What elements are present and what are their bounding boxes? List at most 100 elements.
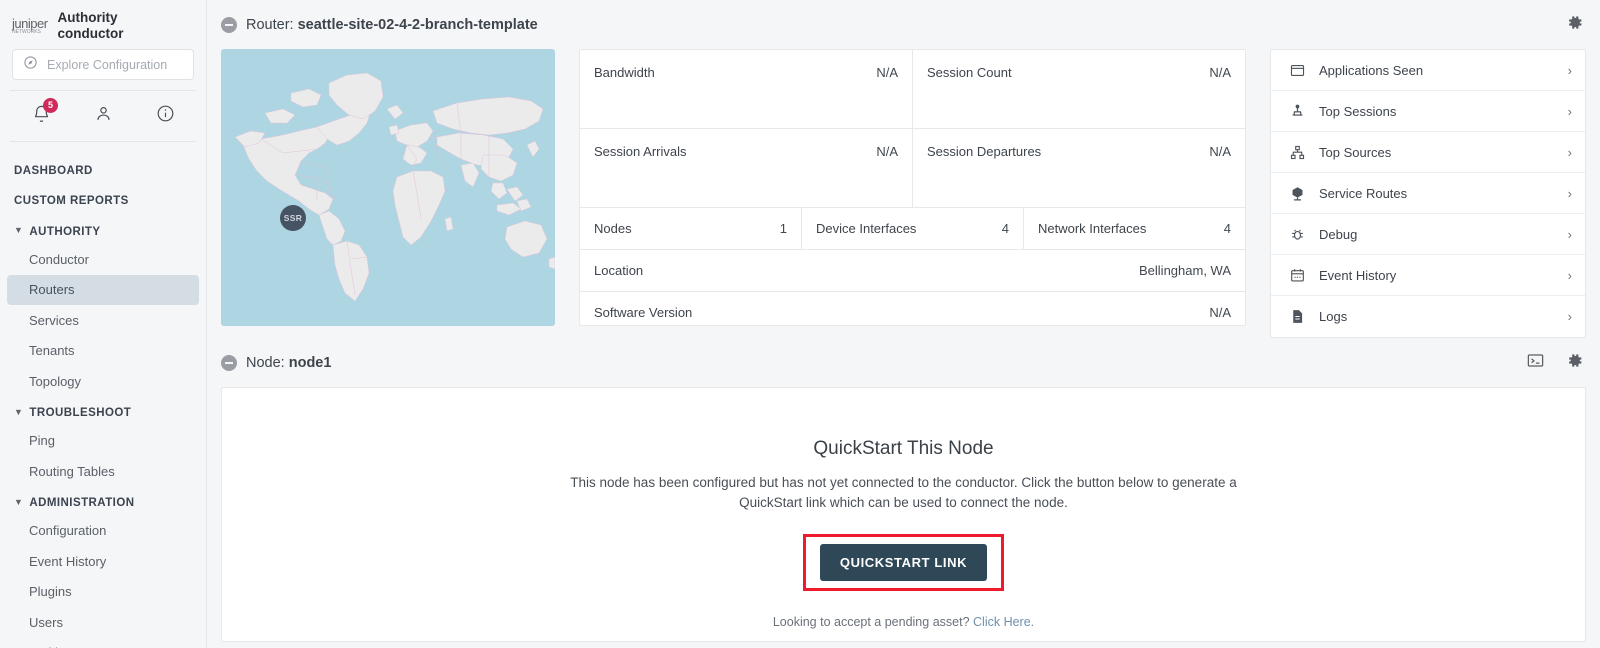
node-panel-title: Node: node1 bbox=[246, 355, 331, 371]
right-item-logs[interactable]: Logs › bbox=[1271, 296, 1585, 337]
collapse-minus-icon[interactable] bbox=[221, 17, 237, 33]
stat-software-version: Software Version N/A bbox=[580, 292, 1245, 333]
stats-row-2: Session Arrivals N/A Session Departures … bbox=[580, 129, 1245, 208]
main-content: Router: seattle-site-02-4-2-branch-templ… bbox=[207, 0, 1600, 648]
stat-software-version-label: Software Version bbox=[594, 305, 692, 320]
sidebar-item-plugins[interactable]: Plugins bbox=[7, 577, 199, 607]
sidebar-item-ping[interactable]: Ping bbox=[7, 426, 199, 456]
sidebar-item-event-history[interactable]: Event History bbox=[7, 547, 199, 577]
notification-badge: 5 bbox=[43, 98, 58, 113]
sidebar-item-services[interactable]: Services bbox=[7, 306, 199, 336]
right-item-label: Event History bbox=[1319, 268, 1396, 283]
stat-network-interfaces-label: Network Interfaces bbox=[1038, 221, 1146, 236]
stat-device-interfaces-label: Device Interfaces bbox=[816, 221, 916, 236]
sidebar-item-routers[interactable]: Routers bbox=[7, 275, 199, 305]
stat-software-version-value: N/A bbox=[1209, 305, 1231, 320]
stat-session-count: Session Count N/A bbox=[913, 50, 1245, 128]
right-item-label: Logs bbox=[1319, 309, 1347, 324]
sidebar-group-authority[interactable]: ▼ AUTHORITY bbox=[0, 216, 206, 244]
chevron-down-icon: ▼ bbox=[14, 408, 23, 417]
stat-network-interfaces: Network Interfaces 4 bbox=[1024, 208, 1245, 249]
right-item-top-sources[interactable]: Top Sources › bbox=[1271, 132, 1585, 173]
sidebar-item-configuration[interactable]: Configuration bbox=[7, 516, 199, 546]
sidebar-nav: DASHBOARD CUSTOM REPORTS ▼ AUTHORITY Con… bbox=[0, 142, 206, 648]
sidebar-item-custom-reports[interactable]: CUSTOM REPORTS bbox=[0, 186, 206, 216]
gear-icon[interactable] bbox=[1565, 351, 1584, 375]
node-title-value: node1 bbox=[289, 355, 332, 371]
search-wrapper bbox=[0, 47, 206, 90]
collapse-minus-icon[interactable] bbox=[221, 355, 237, 371]
stat-session-arrivals-value: N/A bbox=[876, 144, 898, 159]
router-stats-grid: Bandwidth N/A Session Count N/A Session … bbox=[579, 49, 1246, 326]
stat-session-arrivals-label: Session Arrivals bbox=[594, 144, 686, 159]
stat-session-count-label: Session Count bbox=[927, 65, 1012, 80]
account-button[interactable] bbox=[86, 99, 120, 133]
chevron-right-icon: › bbox=[1568, 269, 1572, 282]
router-title-prefix: Router: bbox=[246, 17, 294, 33]
stat-nodes-label: Nodes bbox=[594, 221, 632, 236]
juniper-logo: juniper NETWORKS bbox=[12, 17, 48, 35]
sidebar-item-routing-tables[interactable]: Routing Tables bbox=[7, 457, 199, 487]
router-header-actions bbox=[1565, 13, 1584, 37]
right-item-service-routes[interactable]: Service Routes › bbox=[1271, 173, 1585, 214]
brand-header: juniper NETWORKS Authority conductor bbox=[0, 0, 206, 47]
app-title: Authority conductor bbox=[58, 10, 124, 41]
left-sidebar: juniper NETWORKS Authority conductor bbox=[0, 0, 207, 648]
right-item-label: Top Sessions bbox=[1319, 104, 1396, 119]
quickstart-button-highlight: QUICKSTART LINK bbox=[803, 534, 1004, 591]
stat-bandwidth-value: N/A bbox=[876, 65, 898, 80]
chevron-down-icon: ▼ bbox=[14, 226, 23, 235]
header-icon-row: 5 bbox=[10, 90, 196, 142]
stat-nodes: Nodes 1 bbox=[580, 208, 802, 249]
search-box[interactable] bbox=[12, 49, 194, 80]
right-item-event-history[interactable]: Event History › bbox=[1271, 255, 1585, 296]
gear-icon[interactable] bbox=[1565, 13, 1584, 37]
right-item-top-sessions[interactable]: Top Sessions › bbox=[1271, 91, 1585, 132]
sidebar-group-authority-label: AUTHORITY bbox=[29, 226, 100, 238]
quickstart-link-button[interactable]: QUICKSTART LINK bbox=[820, 544, 987, 581]
quickstart-panel: QuickStart This Node This node has been … bbox=[221, 387, 1586, 642]
pending-asset-footer: Looking to accept a pending asset? Click… bbox=[222, 615, 1585, 629]
chevron-right-icon: › bbox=[1568, 64, 1572, 77]
stats-row-1: Bandwidth N/A Session Count N/A bbox=[580, 50, 1245, 129]
right-item-label: Service Routes bbox=[1319, 186, 1407, 201]
stat-network-interfaces-value: 4 bbox=[1224, 221, 1231, 236]
stat-nodes-value: 1 bbox=[780, 221, 787, 236]
sidebar-group-troubleshoot[interactable]: ▼ TROUBLESHOOT bbox=[0, 397, 206, 425]
pending-asset-text: Looking to accept a pending asset? bbox=[773, 615, 970, 629]
stat-location-label: Location bbox=[594, 263, 643, 278]
app-title-line2: conductor bbox=[58, 26, 124, 42]
stat-location-value: Bellingham, WA bbox=[1139, 263, 1231, 278]
router-map[interactable]: SSR bbox=[221, 49, 555, 326]
notifications-button[interactable]: 5 bbox=[24, 99, 58, 133]
sidebar-item-dashboard[interactable]: DASHBOARD bbox=[0, 156, 206, 186]
sessions-icon bbox=[1286, 103, 1308, 120]
pending-asset-link[interactable]: Click Here. bbox=[973, 615, 1034, 629]
stat-session-departures-label: Session Departures bbox=[927, 144, 1041, 159]
app-root: juniper NETWORKS Authority conductor bbox=[0, 0, 1600, 648]
info-button[interactable] bbox=[148, 99, 182, 133]
window-icon bbox=[1286, 62, 1308, 79]
sidebar-group-administration[interactable]: ▼ ADMINISTRATION bbox=[0, 487, 206, 515]
sidebar-group-troubleshoot-label: TROUBLESHOOT bbox=[29, 407, 131, 419]
quickstart-heading: QuickStart This Node bbox=[813, 438, 993, 460]
right-item-label: Debug bbox=[1319, 227, 1357, 242]
router-actions-menu: Applications Seen › Top Sessions bbox=[1270, 49, 1586, 338]
terminal-icon[interactable] bbox=[1526, 351, 1545, 375]
sidebar-item-tenants[interactable]: Tenants bbox=[7, 336, 199, 366]
stats-row-3: Nodes 1 Device Interfaces 4 Network Inte… bbox=[580, 208, 1245, 250]
chevron-right-icon: › bbox=[1568, 105, 1572, 118]
map-marker-ssr[interactable]: SSR bbox=[280, 205, 306, 231]
quickstart-description: This node has been configured but has no… bbox=[559, 473, 1249, 512]
router-panel-header: Router: seattle-site-02-4-2-branch-templ… bbox=[207, 0, 1600, 49]
sidebar-item-conductor[interactable]: Conductor bbox=[7, 245, 199, 275]
sidebar-item-entitlements[interactable]: Entitlements bbox=[7, 638, 199, 648]
right-item-debug[interactable]: Debug › bbox=[1271, 214, 1585, 255]
router-overview-row: SSR Bandwidth N/A Session Count N/A Sess… bbox=[207, 49, 1600, 338]
search-input[interactable] bbox=[47, 58, 183, 72]
stat-session-count-value: N/A bbox=[1209, 65, 1231, 80]
hierarchy-icon bbox=[1286, 144, 1308, 161]
sidebar-item-topology[interactable]: Topology bbox=[7, 367, 199, 397]
right-item-applications-seen[interactable]: Applications Seen › bbox=[1271, 50, 1585, 91]
sidebar-item-users[interactable]: Users bbox=[7, 608, 199, 638]
